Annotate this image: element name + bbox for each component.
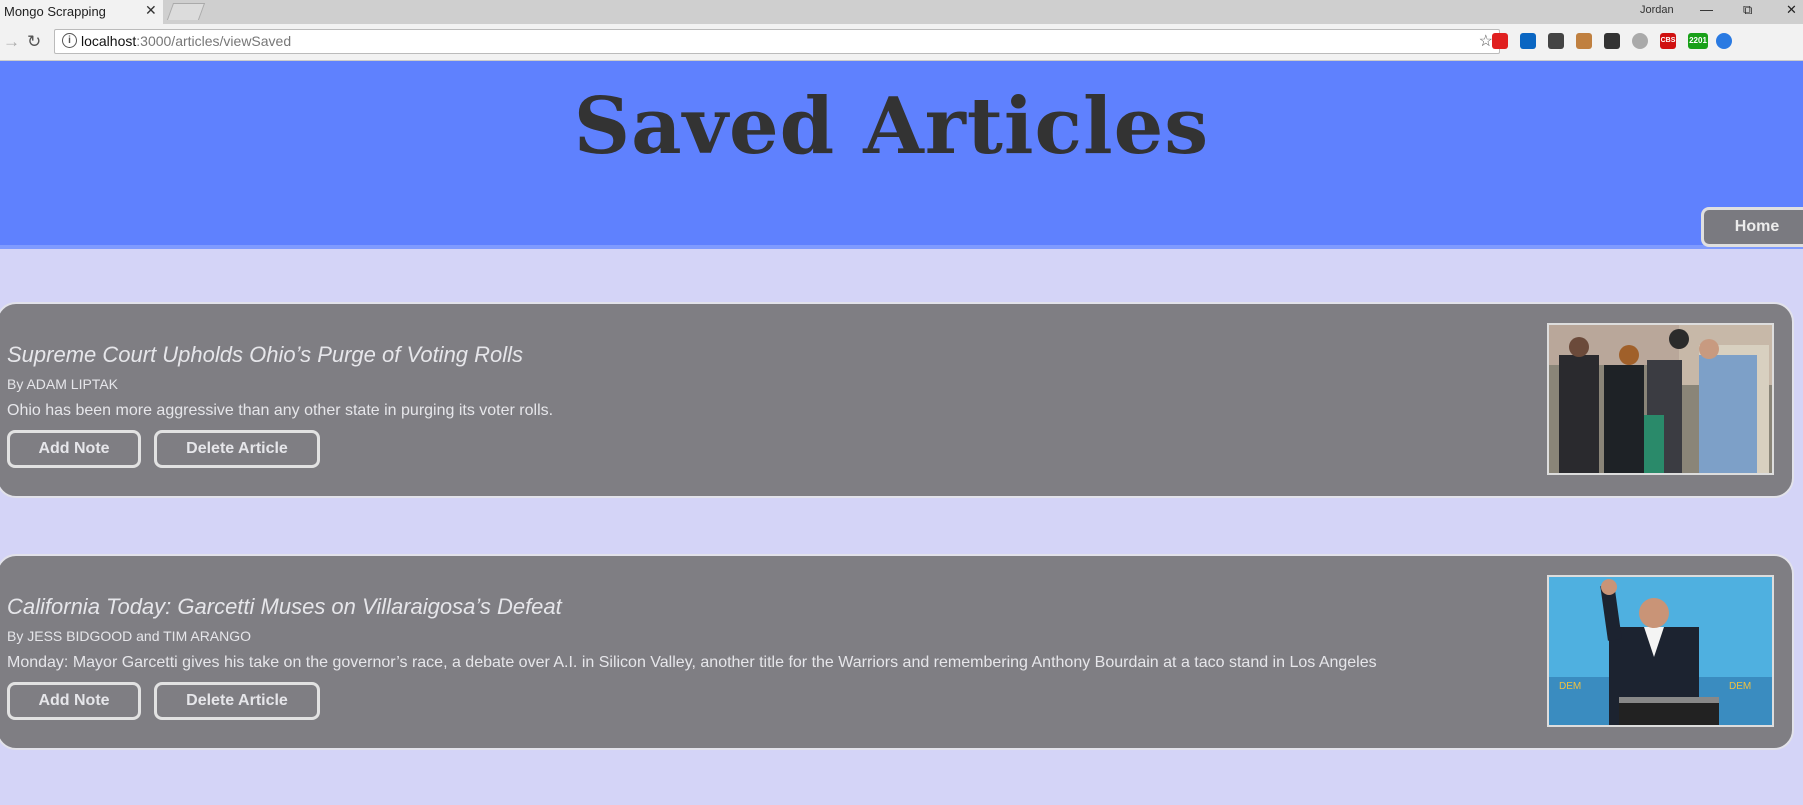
speaker-photo: DEM DEM <box>1549 577 1772 725</box>
linkedin-icon[interactable] <box>1520 33 1536 49</box>
screenshot-icon[interactable] <box>1604 33 1620 49</box>
forward-arrow-icon[interactable]: → <box>3 32 20 52</box>
blue-dot-icon[interactable] <box>1716 33 1732 49</box>
new-tab-button[interactable] <box>166 3 206 20</box>
delete-article-button[interactable]: Delete Article <box>154 430 320 468</box>
browser-tab-bar: Mongo Scrapping ✕ Jordan — ⧉ ✕ <box>0 0 1803 24</box>
url-text[interactable]: localhost:3000/articles/viewSaved <box>81 33 291 49</box>
bookmark-star-icon[interactable]: ☆ <box>1479 31 1493 51</box>
article-byline: By JESS BIDGOOD and TIM ARANGO <box>7 628 252 644</box>
cbs-icon[interactable]: CBS <box>1660 33 1676 49</box>
article-card: Supreme Court Upholds Ohio’s Purge of Vo… <box>0 302 1794 498</box>
hammer-icon[interactable] <box>1576 33 1592 49</box>
svg-text:DEM: DEM <box>1559 681 1581 692</box>
eyedropper-icon[interactable] <box>1548 33 1564 49</box>
opera-icon[interactable] <box>1492 33 1508 49</box>
article-image[interactable] <box>1547 323 1774 475</box>
article-image[interactable]: DEM DEM <box>1547 575 1774 727</box>
add-note-button[interactable]: Add Note <box>7 682 141 720</box>
article-title[interactable]: Supreme Court Upholds Ohio’s Purge of Vo… <box>7 342 523 368</box>
counter-badge-icon[interactable]: 2201 <box>1688 33 1708 49</box>
minimize-icon[interactable]: — <box>1700 2 1713 17</box>
profile-name[interactable]: Jordan <box>1640 4 1674 16</box>
page-title: Saved Articles <box>573 81 1210 172</box>
restore-icon[interactable]: ⧉ <box>1743 2 1752 18</box>
svg-text:DEM: DEM <box>1729 681 1751 692</box>
delete-article-button[interactable]: Delete Article <box>154 682 320 720</box>
article-summary: Monday: Mayor Garcetti gives his take on… <box>7 654 1377 671</box>
url-host: localhost <box>81 33 137 49</box>
browser-tab[interactable]: Mongo Scrapping ✕ <box>0 0 163 24</box>
article-card: California Today: Garcetti Muses on Vill… <box>0 554 1794 750</box>
voters-photo <box>1549 325 1772 473</box>
url-path: :3000/articles/viewSaved <box>136 33 292 49</box>
page-header: Saved Articles Home <box>0 61 1803 249</box>
info-icon[interactable]: i <box>62 33 77 48</box>
reload-icon[interactable]: ↻ <box>27 32 41 52</box>
address-bar[interactable]: i localhost:3000/articles/viewSaved ☆ <box>54 29 1500 54</box>
circle-icon[interactable] <box>1632 33 1648 49</box>
article-summary: Ohio has been more aggressive than any o… <box>7 402 554 419</box>
close-window-icon[interactable]: ✕ <box>1786 2 1797 18</box>
add-note-button[interactable]: Add Note <box>7 430 141 468</box>
article-title[interactable]: California Today: Garcetti Muses on Vill… <box>7 594 562 620</box>
browser-toolbar: → ↻ i localhost:3000/articles/viewSaved … <box>0 24 1803 61</box>
article-byline: By ADAM LIPTAK <box>7 376 118 392</box>
close-tab-icon[interactable]: ✕ <box>145 2 157 19</box>
home-button[interactable]: Home <box>1701 207 1803 247</box>
tab-title: Mongo Scrapping <box>4 4 106 19</box>
